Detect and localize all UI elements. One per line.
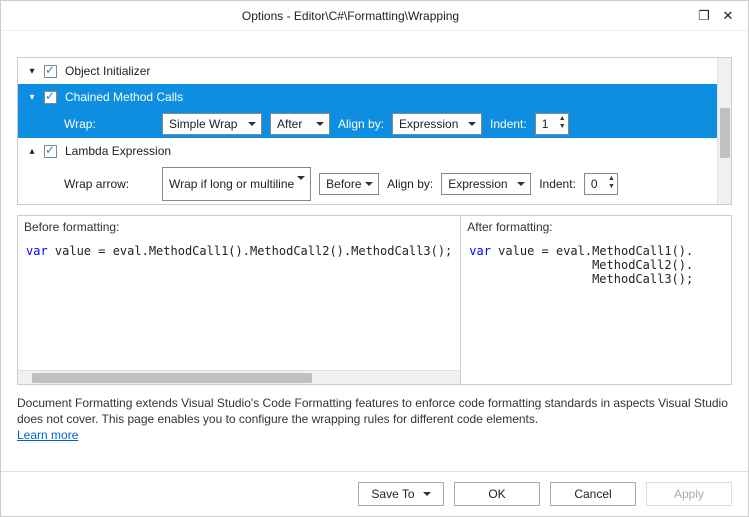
apply-button: Apply xyxy=(646,482,732,506)
indent-stepper[interactable]: 0 ▲▼ xyxy=(584,173,618,195)
collapse-icon[interactable]: ▾ xyxy=(20,92,44,103)
content-area: ▾ Object Initializer ▾ Chained Method Ca… xyxy=(1,31,748,471)
chained-method-calls-checkbox[interactable] xyxy=(44,91,57,104)
tree-item-chained-method-calls[interactable]: ▾ Chained Method Calls xyxy=(18,84,731,110)
before-pane: Before formatting: var value = eval.Meth… xyxy=(18,216,460,384)
code-text: value = eval.MethodCall1(). xyxy=(491,244,693,258)
button-bar: Save To OK Cancel Apply xyxy=(1,471,748,516)
vertical-scrollbar[interactable] xyxy=(717,58,731,204)
ok-button[interactable]: OK xyxy=(454,482,540,506)
wrap-mode-value: Simple Wrap xyxy=(169,117,237,131)
preview-panel: Before formatting: var value = eval.Meth… xyxy=(17,215,732,385)
indent-label: Indent: xyxy=(490,117,527,131)
cancel-button[interactable]: Cancel xyxy=(550,482,636,506)
object-initializer-checkbox[interactable] xyxy=(44,65,57,78)
wrap-arrow-label: Wrap arrow: xyxy=(64,177,154,191)
learn-more-link[interactable]: Learn more xyxy=(17,428,78,442)
tree-item-label: Object Initializer xyxy=(65,64,150,78)
lambda-expression-checkbox[interactable] xyxy=(44,145,57,158)
indent-value: 1 xyxy=(542,117,549,131)
code-text: value = eval.MethodCall1().MethodCall2()… xyxy=(48,244,453,258)
wrap-label: Wrap: xyxy=(64,117,154,131)
maximize-icon[interactable]: ❐ xyxy=(692,6,716,26)
save-to-label: Save To xyxy=(371,487,414,501)
wrap-position-value: After xyxy=(277,117,302,131)
align-by-value: Expression xyxy=(448,177,507,191)
collapse-icon[interactable]: ▾ xyxy=(20,66,44,77)
window-title: Options - Editor\C#\Formatting\Wrapping xyxy=(9,9,692,23)
indent-stepper[interactable]: 1 ▲▼ xyxy=(535,113,569,135)
chained-method-calls-settings: Wrap: Simple Wrap After Align by: Expres… xyxy=(18,110,731,138)
wrap-mode-select[interactable]: Simple Wrap xyxy=(162,113,262,135)
wrap-arrow-position-select[interactable]: Before xyxy=(319,173,379,195)
align-by-label: Align by: xyxy=(387,177,433,191)
tree-item-lambda-expression[interactable]: ▴ Lambda Expression xyxy=(18,138,731,164)
code-keyword: var xyxy=(26,244,48,258)
lambda-expression-settings: Wrap arrow: Wrap if long or multiline Be… xyxy=(18,164,731,204)
before-header: Before formatting: xyxy=(18,216,460,238)
indent-label: Indent: xyxy=(539,177,576,191)
after-code: var value = eval.MethodCall1(). MethodCa… xyxy=(461,238,731,384)
align-by-value: Expression xyxy=(399,117,458,131)
code-keyword: var xyxy=(469,244,491,258)
description-body: Document Formatting extends Visual Studi… xyxy=(17,396,728,426)
options-tree-container: ▾ Object Initializer ▾ Chained Method Ca… xyxy=(17,57,732,205)
tree-item-object-initializer[interactable]: ▾ Object Initializer xyxy=(18,58,731,84)
close-icon[interactable]: ✕ xyxy=(716,6,740,26)
wrap-arrow-mode-select[interactable]: Wrap if long or multiline xyxy=(162,167,311,201)
after-header: After formatting: xyxy=(461,216,731,238)
code-text: MethodCall3(); xyxy=(469,272,693,286)
wrap-arrow-mode-value: Wrap if long or multiline xyxy=(169,177,294,191)
wrap-position-select[interactable]: After xyxy=(270,113,330,135)
save-to-button[interactable]: Save To xyxy=(358,482,444,506)
align-by-select[interactable]: Expression xyxy=(392,113,482,135)
stepper-arrows-icon[interactable]: ▲▼ xyxy=(559,115,566,131)
wrap-arrow-position-value: Before xyxy=(326,177,361,191)
titlebar: Options - Editor\C#\Formatting\Wrapping … xyxy=(1,1,748,31)
code-text: MethodCall2(). xyxy=(469,258,693,272)
horizontal-scrollbar[interactable] xyxy=(18,370,460,384)
indent-value: 0 xyxy=(591,177,598,191)
options-tree: ▾ Object Initializer ▾ Chained Method Ca… xyxy=(18,58,731,204)
description-text: Document Formatting extends Visual Studi… xyxy=(17,395,732,444)
after-pane: After formatting: var value = eval.Metho… xyxy=(460,216,731,384)
collapse-icon[interactable]: ▴ xyxy=(20,146,44,157)
scrollbar-thumb[interactable] xyxy=(720,108,730,158)
tree-item-label: Lambda Expression xyxy=(65,144,171,158)
align-by-select[interactable]: Expression xyxy=(441,173,531,195)
before-code: var value = eval.MethodCall1().MethodCal… xyxy=(18,238,460,370)
tree-item-label: Chained Method Calls xyxy=(65,90,183,104)
stepper-arrows-icon[interactable]: ▲▼ xyxy=(608,175,615,191)
scrollbar-thumb[interactable] xyxy=(32,373,312,383)
align-by-label: Align by: xyxy=(338,117,384,131)
